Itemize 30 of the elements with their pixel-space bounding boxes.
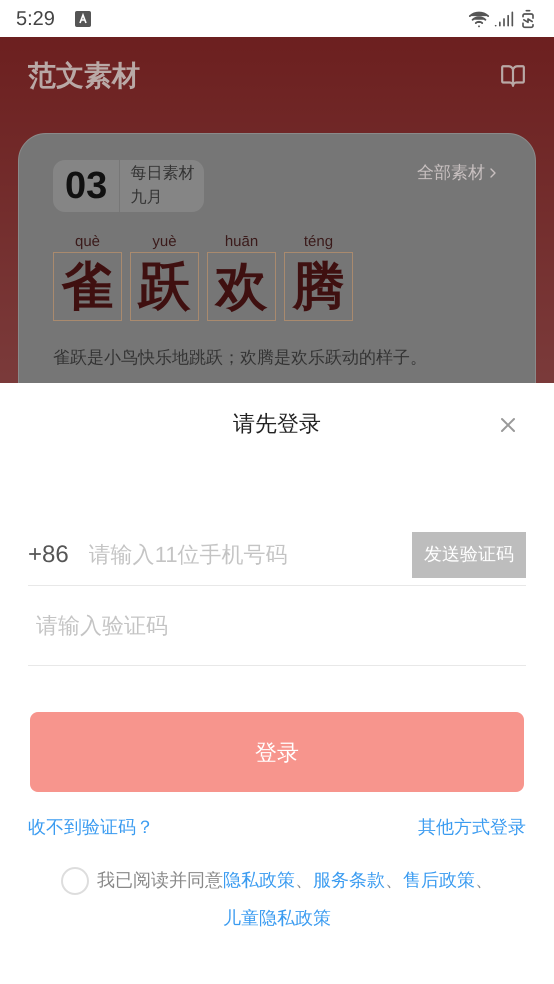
day-number: 03 [64, 164, 108, 209]
all-materials-link[interactable]: 全部素材 [417, 160, 501, 186]
policy-link[interactable]: 售后政策 [403, 870, 475, 890]
pinyin: huān [224, 232, 258, 252]
pinyin: yuè [152, 232, 177, 252]
pinyin: téng [304, 232, 334, 252]
phone-field[interactable]: 请输入11位手机号码 [88, 538, 412, 571]
code-field[interactable]: 请输入验证码 [28, 609, 526, 642]
other-login-link[interactable]: 其他方式登录 [418, 814, 526, 841]
policy-link[interactable]: 服务条款 [313, 870, 385, 890]
notebook-icon[interactable] [500, 63, 526, 89]
page-title: 范文素材 [28, 59, 140, 93]
daily-label: 每日素材 [130, 164, 194, 184]
signal-icon [494, 8, 514, 28]
pinyin: què [74, 232, 100, 252]
character-tile: 欢 [207, 252, 276, 321]
agreement-text: 我已阅读并同意隐私政策、服务条款、售后政策、 儿童隐私政策 [40, 861, 514, 937]
status-time: 5:29 [16, 6, 55, 32]
sheet-title: 请先登录 [233, 410, 321, 438]
description: 雀跃是小鸟快乐地跳跃；欢腾是欢乐跃动的样子。 [53, 347, 428, 369]
policy-link[interactable]: 隐私政策 [223, 870, 295, 890]
character-tile: 雀 [53, 252, 122, 321]
agreement-checkbox[interactable] [61, 867, 89, 896]
policy-link[interactable]: 儿童隐私政策 [223, 908, 331, 928]
character-tile: 跃 [130, 252, 199, 321]
country-code: +86 [28, 540, 69, 570]
month-label: 九月 [130, 188, 164, 208]
keyboard-icon [74, 10, 91, 26]
character-tile: 腾 [284, 252, 353, 321]
no-code-link[interactable]: 收不到验证码？ [28, 814, 154, 841]
